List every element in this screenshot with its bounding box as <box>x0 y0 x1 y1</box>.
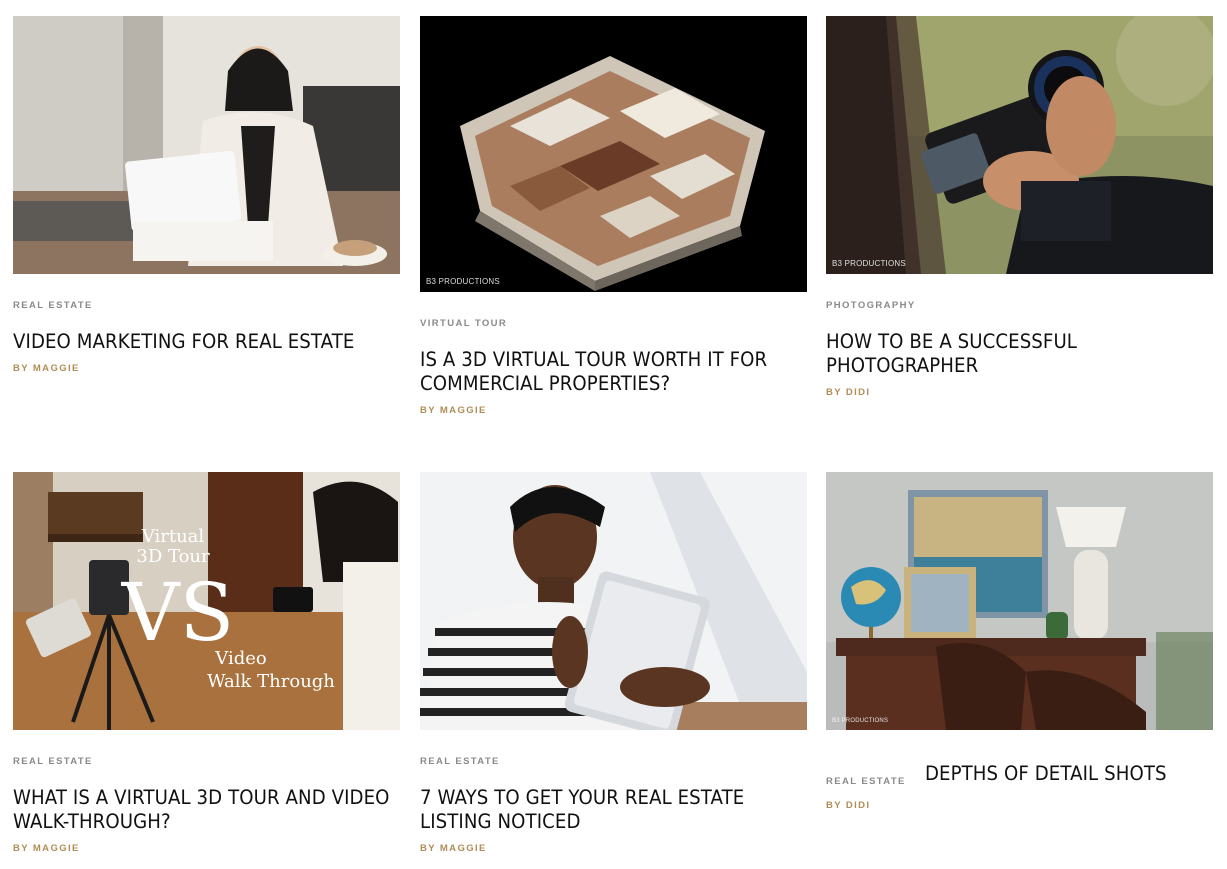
post-title[interactable]: DEPTHS OF DETAIL SHOTS <box>925 762 1227 786</box>
post-card: B3 PRODUCTIONS PHOTOGRAPHY HOW TO BE A S… <box>826 16 1213 398</box>
3d-dollhouse-floorplan-photo <box>420 16 807 292</box>
post-card: B3 PRODUCTIONS REAL ESTATE DEPTHS OF DET… <box>826 472 1213 811</box>
post-author[interactable]: BY DIDI <box>826 387 1213 398</box>
post-meta-row: REAL ESTATE DEPTHS OF DETAIL SHOTS <box>826 762 1213 802</box>
post-thumbnail[interactable]: B3 PRODUCTIONS <box>826 472 1213 730</box>
virtual-tour-vs-video-photo: Virtual 3D Tour VS Video Walk Through <box>13 472 400 730</box>
woman-reading-tablet-photo <box>420 472 807 730</box>
overlay-text: 3D Tour <box>136 546 210 567</box>
post-title[interactable]: VIDEO MARKETING FOR REAL ESTATE <box>13 330 394 354</box>
post-author[interactable]: BY MAGGIE <box>13 363 400 374</box>
post-title-line: IS A 3D VIRTUAL TOUR WORTH IT FOR <box>420 348 768 371</box>
overlay-text: Video <box>214 648 266 669</box>
post-title[interactable]: WHAT IS A VIRTUAL 3D TOUR AND VIDEO WALK… <box>13 786 394 834</box>
watermark: B3 PRODUCTIONS <box>426 277 500 286</box>
post-category[interactable]: REAL ESTATE <box>826 776 906 787</box>
watermark: B3 PRODUCTIONS <box>832 718 889 724</box>
post-category[interactable]: PHOTOGRAPHY <box>826 300 1213 311</box>
person-holding-camera-photo <box>826 16 1213 274</box>
post-title-line: 7 WAYS TO GET YOUR REAL ESTATE <box>420 786 745 809</box>
post-thumbnail[interactable]: B3 PRODUCTIONS <box>826 16 1213 274</box>
post-category[interactable]: VIRTUAL TOUR <box>420 318 807 329</box>
post-title-line: PHOTOGRAPHER <box>826 354 979 377</box>
post-author[interactable]: BY MAGGIE <box>13 843 400 854</box>
woman-with-tablet-photo <box>13 16 400 274</box>
post-card: Virtual 3D Tour VS Video Walk Through RE… <box>13 472 400 854</box>
post-author[interactable]: BY MAGGIE <box>420 405 807 416</box>
post-thumbnail[interactable]: Virtual 3D Tour VS Video Walk Through <box>13 472 400 730</box>
post-card: REAL ESTATE VIDEO MARKETING FOR REAL EST… <box>13 16 400 374</box>
post-title-line: WALK-THROUGH? <box>13 810 171 833</box>
post-card: B3 PRODUCTIONS VIRTUAL TOUR IS A 3D VIRT… <box>420 16 807 416</box>
post-thumbnail[interactable] <box>420 472 807 730</box>
post-title[interactable]: IS A 3D VIRTUAL TOUR WORTH IT FOR COMMER… <box>420 348 801 396</box>
post-title-line: HOW TO BE A SUCCESSFUL <box>826 330 1078 353</box>
post-author[interactable]: BY MAGGIE <box>420 843 807 854</box>
post-category[interactable]: REAL ESTATE <box>420 756 807 767</box>
post-category[interactable]: REAL ESTATE <box>13 756 400 767</box>
post-title[interactable]: HOW TO BE A SUCCESSFUL PHOTOGRAPHER <box>826 330 1207 378</box>
post-title-line: COMMERCIAL PROPERTIES? <box>420 372 671 395</box>
interior-detail-shot-photo <box>826 472 1213 730</box>
post-card: REAL ESTATE 7 WAYS TO GET YOUR REAL ESTA… <box>420 472 807 854</box>
post-category[interactable]: REAL ESTATE <box>13 300 400 311</box>
post-thumbnail[interactable]: B3 PRODUCTIONS <box>420 16 807 292</box>
overlay-text: Walk Through <box>207 671 335 692</box>
post-thumbnail[interactable] <box>13 16 400 274</box>
overlay-text: Virtual <box>141 526 205 547</box>
post-title-line: WHAT IS A VIRTUAL 3D TOUR AND VIDEO <box>13 786 390 809</box>
watermark: B3 PRODUCTIONS <box>832 259 906 268</box>
post-title-line: LISTING NOTICED <box>420 810 581 833</box>
post-title[interactable]: 7 WAYS TO GET YOUR REAL ESTATE LISTING N… <box>420 786 801 834</box>
overlay-text: VS <box>121 566 235 659</box>
